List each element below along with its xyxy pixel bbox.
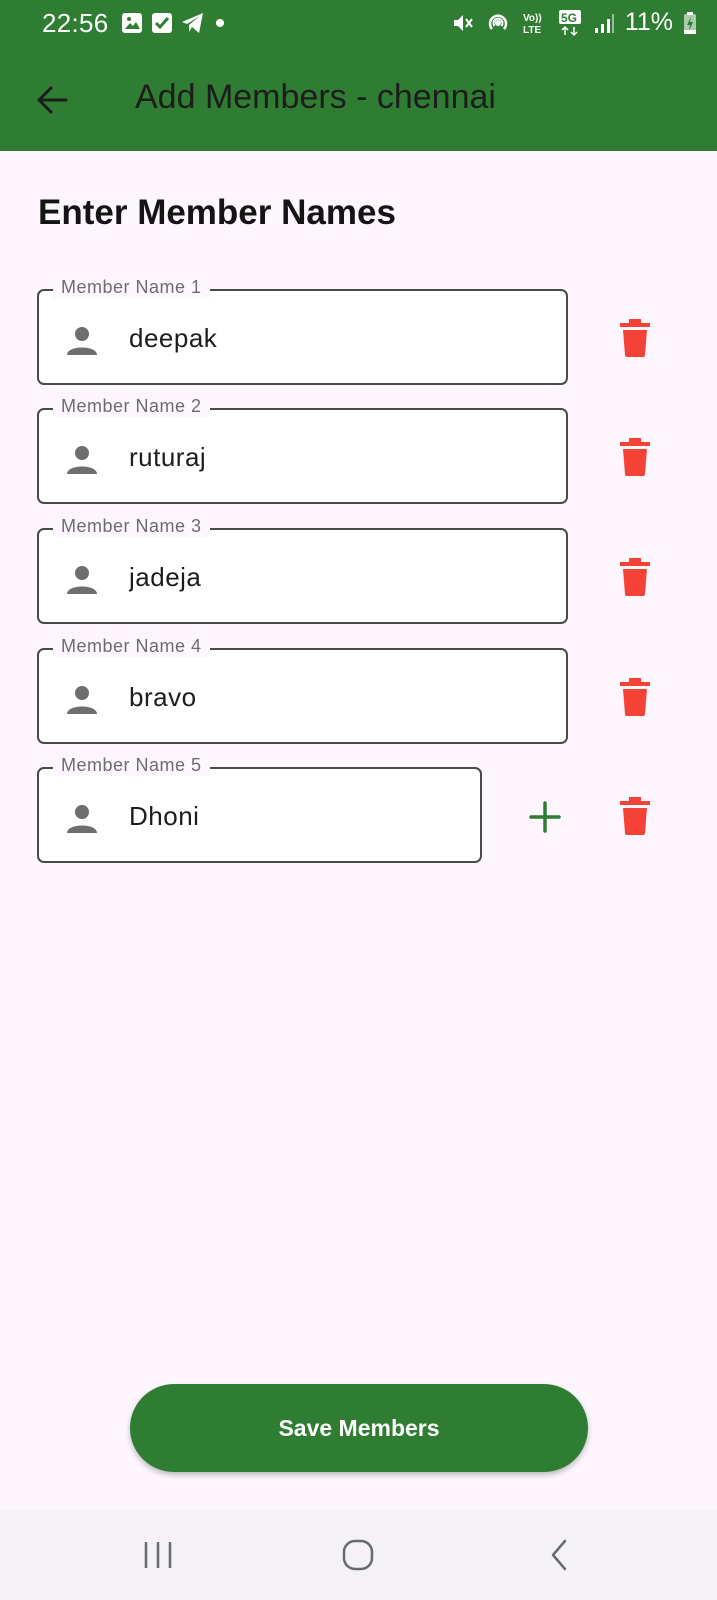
field-label: Member Name 1 <box>53 277 210 300</box>
status-time: 22:56 <box>42 8 109 38</box>
telegram-icon <box>181 12 205 34</box>
delete-icon[interactable] <box>618 558 652 596</box>
page-title: Add Members - chennai <box>135 78 496 116</box>
delete-icon[interactable] <box>618 678 652 716</box>
status-bar: 22:56 Vo)) LTE 5G 11% <box>0 0 717 48</box>
member-name-input[interactable] <box>127 791 464 841</box>
person-icon <box>67 566 97 594</box>
field-label: Member Name 2 <box>53 396 210 419</box>
battery-percent: 11% <box>624 8 673 36</box>
back-icon[interactable] <box>541 1538 581 1572</box>
member-name-field[interactable]: Member Name 1 <box>37 277 568 385</box>
person-icon <box>67 686 97 714</box>
member-name-field[interactable]: Member Name 4 <box>37 636 568 744</box>
section-heading: Enter Member Names <box>38 193 396 232</box>
check-box-icon <box>151 12 173 34</box>
plus-icon[interactable] <box>528 800 562 834</box>
image-icon <box>121 12 143 34</box>
member-name-input[interactable] <box>127 432 550 482</box>
mute-vibrate-icon <box>451 11 475 35</box>
save-members-button[interactable]: Save Members <box>130 1384 588 1472</box>
member-row: Member Name 5 <box>0 755 717 867</box>
person-icon <box>67 805 97 833</box>
member-row: Member Name 2 <box>0 396 717 508</box>
battery-charging-icon <box>683 11 697 35</box>
home-icon[interactable] <box>338 1538 378 1572</box>
member-name-input[interactable] <box>127 313 550 363</box>
delete-icon[interactable] <box>618 438 652 476</box>
delete-icon[interactable] <box>618 319 652 357</box>
signal-icon <box>593 12 615 34</box>
svg-text:Vo)): Vo)) <box>523 13 542 24</box>
dot-icon <box>213 12 227 34</box>
member-name-field[interactable]: Member Name 5 <box>37 755 482 863</box>
svg-text:LTE: LTE <box>523 25 541 36</box>
app-bar: 22:56 Vo)) LTE 5G 11% Add Members - chen… <box>0 0 717 151</box>
member-row: Member Name 4 <box>0 636 717 748</box>
delete-icon[interactable] <box>618 797 652 835</box>
person-icon <box>67 446 97 474</box>
member-name-input[interactable] <box>127 672 550 722</box>
member-name-input[interactable] <box>127 552 550 602</box>
system-nav-bar <box>0 1510 717 1600</box>
recent-apps-icon[interactable] <box>138 1538 178 1572</box>
person-icon <box>67 327 97 355</box>
field-label: Member Name 3 <box>53 516 210 539</box>
member-row: Member Name 1 <box>0 277 717 389</box>
back-button[interactable] <box>32 80 72 120</box>
field-label: Member Name 4 <box>53 636 210 659</box>
member-row: Member Name 3 <box>0 516 717 628</box>
svg-text:5G: 5G <box>561 11 577 25</box>
field-label: Member Name 5 <box>53 755 210 778</box>
member-name-field[interactable]: Member Name 3 <box>37 516 568 624</box>
5g-icon: 5G <box>557 9 583 37</box>
arrow-back-icon <box>37 86 68 114</box>
member-name-field[interactable]: Member Name 2 <box>37 396 568 504</box>
hotspot-icon <box>485 10 511 36</box>
volte-icon: Vo)) LTE <box>521 10 547 36</box>
